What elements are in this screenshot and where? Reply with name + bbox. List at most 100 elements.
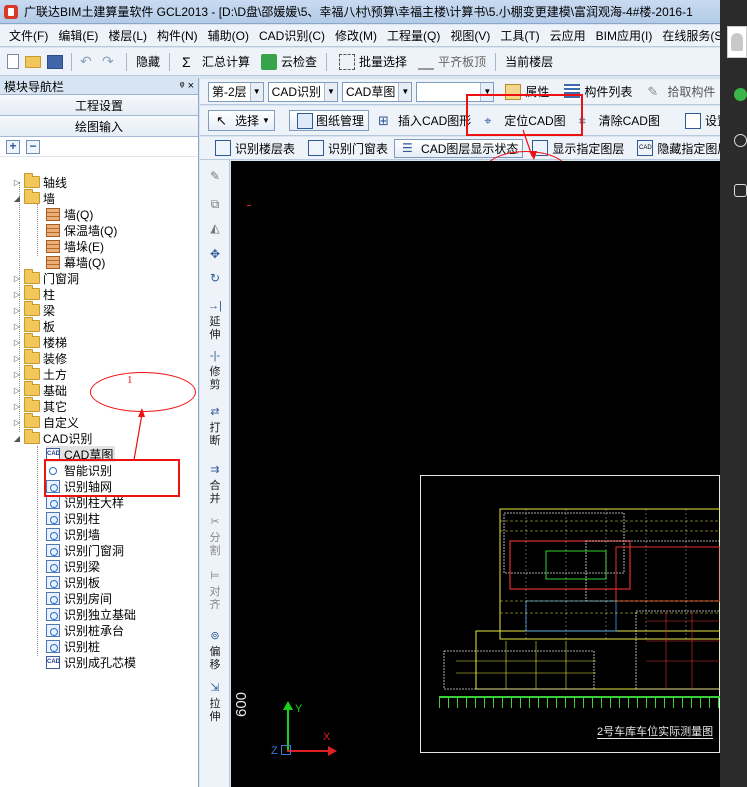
undo-icon[interactable]: ↶ [80,54,96,70]
tree-item-earthwork[interactable]: ▷ 土方 [12,365,67,382]
tree-item-recog-wall[interactable]: 识别墙 [46,526,100,542]
expand-arrow-icon[interactable]: ▷ [12,402,22,411]
tree-item-axis[interactable]: ▷ 轴线 [12,173,67,190]
cloud-check-button[interactable]: 云检查 [254,51,321,73]
floor-select[interactable]: 第-2层 ▼ [208,81,264,102]
redo-icon[interactable]: ↷ [102,54,118,70]
tree-item-wall-q[interactable]: 墙(Q) [46,206,93,222]
expand-arrow-icon[interactable]: ▷ [12,370,22,379]
expand-all-button[interactable]: + [6,139,20,154]
menu-view[interactable]: 视图(V) [445,27,495,44]
expand-arrow-icon[interactable]: ▷ [12,178,22,187]
menu-bim[interactable]: BIM应用(I) [591,27,658,44]
tree-item-wall[interactable]: ◢ 墙 [12,189,55,206]
mirror-tool-button[interactable]: ◭ [204,222,226,238]
expand-arrow-icon[interactable]: ▷ [12,290,22,299]
open-folder-icon[interactable] [25,55,41,68]
offset-button[interactable]: ⊚ 偏移 [204,630,226,672]
chevron-down-icon[interactable]: ▼ [249,82,263,101]
tree-item-foundation[interactable]: ▷ 基础 [12,381,67,398]
menu-component[interactable]: 构件(N) [152,27,203,44]
tree-item-recog-bored-pile[interactable]: CAD 识别成孔芯模 [46,654,136,670]
expand-arrow-icon[interactable]: ▷ [12,274,22,283]
tab-drawing-input[interactable]: 绘图输入 [0,116,198,137]
menu-quantity[interactable]: 工程量(Q) [382,27,445,44]
menu-cad-recognition[interactable]: CAD识别(C) [254,27,330,44]
tree-item-other[interactable]: ▷ 其它 [12,397,67,414]
category-select[interactable]: CAD识别 ▼ [267,81,339,102]
pick-component-button[interactable]: ✎ 拾取构件 [640,81,719,103]
merge-button[interactable]: ⇉ 合并 [204,464,226,506]
box-icon[interactable] [734,184,747,197]
tree-item-stair[interactable]: ▷ 楼梯 [12,333,67,350]
pen-tool-button[interactable]: ✎ [204,170,226,186]
tree-item-slab[interactable]: ▷ 板 [12,317,55,334]
tree-item-cad-recognition[interactable]: ◢ CAD识别 [12,429,92,446]
subcategory-select[interactable]: CAD草图 ▼ [342,81,413,102]
chevron-down-icon[interactable]: ▼ [262,116,270,125]
set-scale-button[interactable]: 设置比例 [678,110,720,132]
menu-tools[interactable]: 工具(T) [495,27,544,44]
expand-arrow-icon[interactable]: ▷ [12,338,22,347]
user-icon[interactable] [734,134,747,147]
move-tool-button[interactable]: ✥ [204,248,226,264]
tree-item-recog-pile[interactable]: 识别桩 [46,638,100,654]
menu-edit[interactable]: 编辑(E) [53,27,103,44]
break-button[interactable]: ⇄ 打断 [204,406,226,448]
extend-button[interactable]: →| 延伸 [204,300,226,342]
tree-item-recog-pile-cap[interactable]: 识别桩承台 [46,622,124,638]
trim-button[interactable]: -|- 修剪 [204,350,226,392]
avatar-icon[interactable] [727,26,747,58]
expand-arrow-icon[interactable]: ▷ [12,354,22,363]
tree-item-curtain-wall[interactable]: 幕墙(Q) [46,254,105,270]
stretch-button[interactable]: ⇲ 拉伸 [204,682,226,724]
level-top-button[interactable]: 平齐板顶 [411,51,490,73]
insert-cad-button[interactable]: ⊞ 插入CAD图形 [371,110,475,132]
tree-item-insulation-wall[interactable]: 保温墙(Q) [46,222,117,238]
tree-item-recog-room[interactable]: 识别房间 [46,590,112,606]
hide-button[interactable]: 隐藏 [132,51,164,73]
tree-item-decoration[interactable]: ▷ 装修 [12,349,67,366]
tree-item-recog-beam[interactable]: 识别梁 [46,558,100,574]
chevron-down-icon[interactable]: ▼ [324,82,338,101]
copy-tool-button[interactable]: ⧉ [204,198,226,214]
tree-item-recog-slab[interactable]: 识别板 [46,574,100,590]
expand-arrow-icon[interactable]: ▷ [12,322,22,331]
cad-drawing-canvas[interactable]: 2号车库车位实际测量图 600 Y X Z [231,161,720,787]
save-icon[interactable] [47,54,63,69]
batch-select-button[interactable]: 批量选择 [332,51,411,73]
collapse-arrow-icon[interactable]: ◢ [12,434,22,443]
menu-online-service[interactable]: 在线服务(S) [657,27,720,44]
menu-auxiliary[interactable]: 辅助(O) [203,27,254,44]
rotate-tool-button[interactable]: ↻ [204,272,226,288]
expand-arrow-icon[interactable]: ▷ [12,306,22,315]
expand-arrow-icon[interactable]: ▷ [12,418,22,427]
tree-item-door-window[interactable]: ▷ 门窗洞 [12,269,79,286]
tree-item-column[interactable]: ▷ 柱 [12,285,55,302]
clear-cad-button[interactable]: ⌗ 清除CAD图 [572,110,664,132]
split-button[interactable]: ✂ 分割 [204,516,226,558]
tab-project-settings[interactable]: 工程设置 [0,95,198,116]
menu-floor[interactable]: 楼层(L) [103,27,152,44]
hide-layer-button[interactable]: CAD隐藏指定图层 [630,137,720,159]
collapse-arrow-icon[interactable]: ◢ [12,194,22,203]
tree-item-beam[interactable]: ▷ 梁 [12,301,55,318]
tree-item-recog-door-window[interactable]: 识别门窗洞 [46,542,124,558]
menu-file[interactable]: 文件(F) [4,27,53,44]
tree-item-recog-isolated-foundation[interactable]: 识别独立基础 [46,606,136,622]
sum-calc-button[interactable]: Σ 汇总计算 [175,51,254,73]
recog-door-window-table-button[interactable]: 识别门窗表 [301,137,392,159]
chat-icon[interactable] [734,88,747,101]
chevron-down-icon[interactable]: ▼ [398,82,412,101]
collapse-all-button[interactable]: − [26,139,40,154]
tree-item-custom[interactable]: ▷ 自定义 [12,413,79,430]
tree-item-wall-pier[interactable]: 墙垛(E) [46,238,104,254]
drawing-manage-button[interactable]: 图纸管理 [288,110,369,131]
recog-floor-table-button[interactable]: 识别楼层表 [208,137,299,159]
expand-arrow-icon[interactable]: ▷ [12,386,22,395]
tree-item-recog-column[interactable]: 识别柱 [46,510,100,526]
menu-modify[interactable]: 修改(M) [330,27,382,44]
menu-cloud[interactable]: 云应用 [545,27,591,44]
select-button[interactable]: ↖ 选择 ▼ [208,110,275,131]
new-file-icon[interactable] [7,54,19,69]
